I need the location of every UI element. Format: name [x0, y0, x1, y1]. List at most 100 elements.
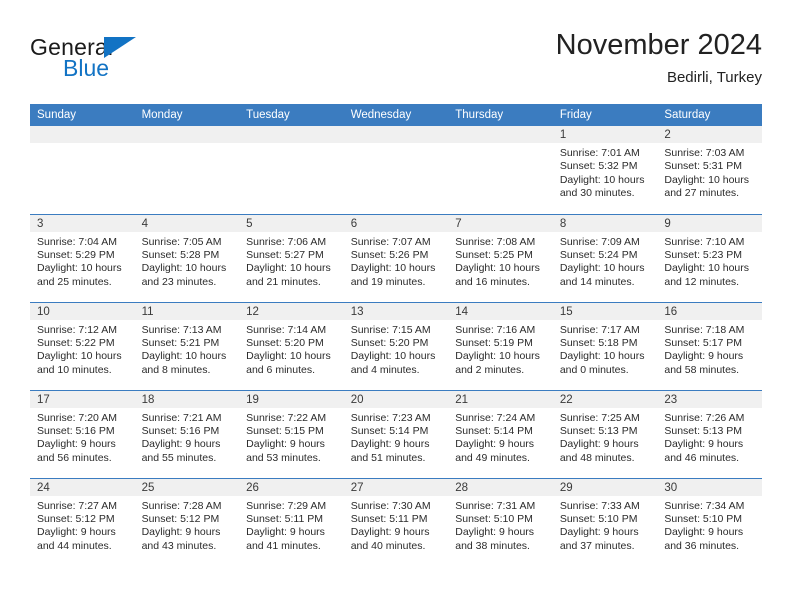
- daylight-text-line1: Daylight: 9 hours: [455, 438, 535, 451]
- calendar-day-cell[interactable]: 29 Sunrise: 7:33 AM Sunset: 5:10 PM Dayligh…: [552, 477, 658, 566]
- day-number: [134, 126, 240, 143]
- calendar-day-cell[interactable]: 8 Sunrise: 7:09 AM Sunset: 5:24 PM Daylight…: [552, 213, 658, 302]
- daylight-text-line1: Daylight: 10 hours: [37, 262, 122, 275]
- sunset-text: Sunset: 5:29 PM: [37, 248, 115, 261]
- sunset-text: Sunset: 5:20 PM: [350, 336, 429, 349]
- calendar-day-cell[interactable]: 12 Sunrise: 7:14 AM Sunset: 5:20 PM Dayligh…: [239, 301, 344, 390]
- calendar-day-cell[interactable]: 7 Sunrise: 7:08 AM Sunset: 5:25 PM Daylight…: [448, 213, 553, 302]
- day-details: Sunrise: 7:18 AM Sunset: 5:17 PM Daylight:…: [657, 320, 762, 378]
- day-number: 19: [239, 390, 344, 408]
- sunset-text: Sunset: 5:17 PM: [664, 336, 743, 349]
- sunset-text: Sunset: 5:10 PM: [559, 512, 638, 525]
- sunrise-text: Sunrise: 7:24 AM: [455, 411, 536, 424]
- calendar-day-cell[interactable]: 2 Sunrise: 7:03 AM Sunset: 5:31 PM Daylight…: [657, 126, 762, 214]
- sunset-text: Sunset: 5:31 PM: [664, 160, 743, 173]
- sunset-text: Sunset: 5:16 PM: [141, 424, 220, 437]
- weekday-header-friday: Friday: [552, 104, 658, 126]
- sunset-text: Sunset: 5:14 PM: [350, 424, 429, 437]
- calendar-day-cell[interactable]: 15 Sunrise: 7:17 AM Sunset: 5:18 PM Dayligh…: [552, 301, 658, 390]
- calendar-day-cell[interactable]: 21 Sunrise: 7:24 AM Sunset: 5:14 PM Dayligh…: [448, 389, 553, 478]
- day-details: Sunrise: 7:09 AM Sunset: 5:24 PM Daylight:…: [553, 232, 658, 290]
- calendar-page: General Blue November 2024 Bedirli, Turk…: [0, 0, 792, 612]
- daylight-text-line1: Daylight: 10 hours: [559, 173, 645, 186]
- sunrise-text: Sunrise: 7:29 AM: [246, 499, 327, 512]
- daylight-text-line1: Daylight: 10 hours: [246, 350, 331, 363]
- daylight-text-line2: and 27 minutes.: [664, 187, 740, 200]
- sunrise-text: Sunrise: 7:26 AM: [664, 411, 745, 424]
- calendar-day-cell[interactable]: 5 Sunrise: 7:06 AM Sunset: 5:27 PM Daylight…: [239, 213, 344, 302]
- daylight-text-line1: Daylight: 9 hours: [141, 438, 221, 451]
- daylight-text-line2: and 49 minutes.: [455, 451, 530, 464]
- calendar-day-cell[interactable]: 11 Sunrise: 7:13 AM Sunset: 5:21 PM Dayligh…: [134, 301, 240, 390]
- day-number: 2: [657, 126, 762, 143]
- sunrise-text: Sunrise: 7:06 AM: [246, 235, 327, 248]
- daylight-text-line2: and 43 minutes.: [141, 539, 217, 552]
- day-details: Sunrise: 7:25 AM Sunset: 5:13 PM Daylight:…: [553, 408, 658, 466]
- calendar-day-cell[interactable]: 6 Sunrise: 7:07 AM Sunset: 5:26 PM Daylight…: [343, 213, 449, 302]
- calendar-day-cell[interactable]: 28 Sunrise: 7:31 AM Sunset: 5:10 PM Dayligh…: [448, 477, 553, 566]
- calendar-day-cell[interactable]: 9 Sunrise: 7:10 AM Sunset: 5:23 PM Daylight…: [657, 213, 762, 302]
- daylight-text-line2: and 19 minutes.: [350, 275, 426, 288]
- sunrise-text: Sunrise: 7:34 AM: [664, 499, 745, 512]
- day-number: 25: [134, 478, 240, 496]
- day-details: Sunrise: 7:28 AM Sunset: 5:12 PM Daylight:…: [135, 496, 240, 554]
- sunrise-text: Sunrise: 7:31 AM: [455, 499, 536, 512]
- calendar-day-cell[interactable]: 27 Sunrise: 7:30 AM Sunset: 5:11 PM Dayligh…: [343, 477, 449, 566]
- calendar-day-cell[interactable]: 25 Sunrise: 7:28 AM Sunset: 5:12 PM Dayligh…: [134, 477, 240, 566]
- calendar-day-cell[interactable]: 10 Sunrise: 7:12 AM Sunset: 5:22 PM Dayligh…: [30, 301, 135, 390]
- sunset-text: Sunset: 5:32 PM: [559, 160, 638, 173]
- calendar-day-cell[interactable]: 23 Sunrise: 7:26 AM Sunset: 5:13 PM Dayligh…: [657, 389, 762, 478]
- daylight-text-line2: and 8 minutes.: [141, 363, 211, 376]
- calendar-day-cell[interactable]: 30 Sunrise: 7:34 AM Sunset: 5:10 PM Dayligh…: [657, 477, 762, 566]
- day-details: Sunrise: 7:23 AM Sunset: 5:14 PM Daylight:…: [344, 408, 449, 466]
- calendar-day-cell-empty: [239, 126, 344, 214]
- sunrise-text: Sunrise: 7:18 AM: [664, 323, 745, 336]
- calendar-day-cell-empty: [30, 126, 135, 214]
- calendar-day-cell[interactable]: 20 Sunrise: 7:23 AM Sunset: 5:14 PM Dayligh…: [343, 389, 449, 478]
- page-subtitle: Bedirli, Turkey: [666, 69, 762, 86]
- daylight-text-line2: and 40 minutes.: [350, 539, 426, 552]
- sunrise-text: Sunrise: 7:16 AM: [455, 323, 536, 336]
- day-number: 8: [552, 214, 658, 232]
- day-details: Sunrise: 7:04 AM Sunset: 5:29 PM Daylight:…: [30, 232, 135, 290]
- calendar-day-cell[interactable]: 3 Sunrise: 7:04 AM Sunset: 5:29 PM Daylight…: [30, 213, 135, 302]
- calendar-day-cell[interactable]: 13 Sunrise: 7:15 AM Sunset: 5:20 PM Dayligh…: [343, 301, 449, 390]
- brand-logo[interactable]: General Blue: [30, 34, 260, 90]
- calendar-day-cell[interactable]: 14 Sunrise: 7:16 AM Sunset: 5:19 PM Dayligh…: [448, 301, 553, 390]
- daylight-text-line1: Daylight: 10 hours: [455, 350, 540, 363]
- sunrise-text: Sunrise: 7:28 AM: [141, 499, 222, 512]
- day-details: Sunrise: 7:12 AM Sunset: 5:22 PM Daylight:…: [30, 320, 135, 378]
- calendar-day-cell[interactable]: 24 Sunrise: 7:27 AM Sunset: 5:12 PM Dayligh…: [30, 477, 135, 566]
- calendar-day-cell[interactable]: 22 Sunrise: 7:25 AM Sunset: 5:13 PM Dayligh…: [552, 389, 658, 478]
- sunrise-text: Sunrise: 7:05 AM: [141, 235, 222, 248]
- daylight-text-line1: Daylight: 10 hours: [350, 350, 436, 363]
- calendar-day-cell[interactable]: 16 Sunrise: 7:18 AM Sunset: 5:17 PM Dayligh…: [657, 301, 762, 390]
- sunrise-text: Sunrise: 7:20 AM: [37, 411, 117, 424]
- calendar-day-cell[interactable]: 17 Sunrise: 7:20 AM Sunset: 5:16 PM Dayligh…: [30, 389, 135, 478]
- day-number: 5: [239, 214, 344, 232]
- calendar-day-cell[interactable]: 4 Sunrise: 7:05 AM Sunset: 5:28 PM Daylight…: [134, 213, 240, 302]
- sunrise-text: Sunrise: 7:21 AM: [141, 411, 222, 424]
- day-details: Sunrise: 7:26 AM Sunset: 5:13 PM Daylight:…: [657, 408, 762, 466]
- calendar-day-cell[interactable]: 18 Sunrise: 7:21 AM Sunset: 5:16 PM Dayligh…: [134, 389, 240, 478]
- calendar-day-cell[interactable]: 19 Sunrise: 7:22 AM Sunset: 5:15 PM Dayligh…: [239, 389, 344, 478]
- daylight-text-line2: and 48 minutes.: [559, 451, 635, 464]
- daylight-text-line1: Daylight: 10 hours: [350, 262, 436, 275]
- calendar-day-cell[interactable]: 26 Sunrise: 7:29 AM Sunset: 5:11 PM Dayligh…: [239, 477, 344, 566]
- weekday-header-sunday: Sunday: [30, 104, 135, 126]
- day-details: Sunrise: 7:29 AM Sunset: 5:11 PM Daylight:…: [239, 496, 344, 554]
- sunrise-text: Sunrise: 7:03 AM: [664, 147, 745, 159]
- sunrise-text: Sunrise: 7:30 AM: [350, 499, 431, 512]
- day-details: Sunrise: 7:13 AM Sunset: 5:21 PM Daylight:…: [135, 320, 240, 378]
- calendar-grid: Sunday Monday Tuesday Wednesday Thursday…: [30, 104, 762, 566]
- daylight-text-line1: Daylight: 9 hours: [37, 438, 116, 451]
- sunrise-text: Sunrise: 7:25 AM: [559, 411, 640, 424]
- daylight-text-line1: Daylight: 9 hours: [559, 526, 639, 539]
- day-details: Sunrise: 7:24 AM Sunset: 5:14 PM Daylight:…: [448, 408, 553, 466]
- day-details: Sunrise: 7:15 AM Sunset: 5:20 PM Daylight:…: [344, 320, 449, 378]
- daylight-text-line2: and 2 minutes.: [455, 363, 525, 376]
- daylight-text-line2: and 55 minutes.: [141, 451, 217, 464]
- daylight-text-line1: Daylight: 10 hours: [559, 350, 645, 363]
- day-number: [239, 126, 344, 143]
- calendar-day-cell[interactable]: 1 Sunrise: 7:01 AM Sunset: 5:32 PM Daylight…: [552, 126, 658, 214]
